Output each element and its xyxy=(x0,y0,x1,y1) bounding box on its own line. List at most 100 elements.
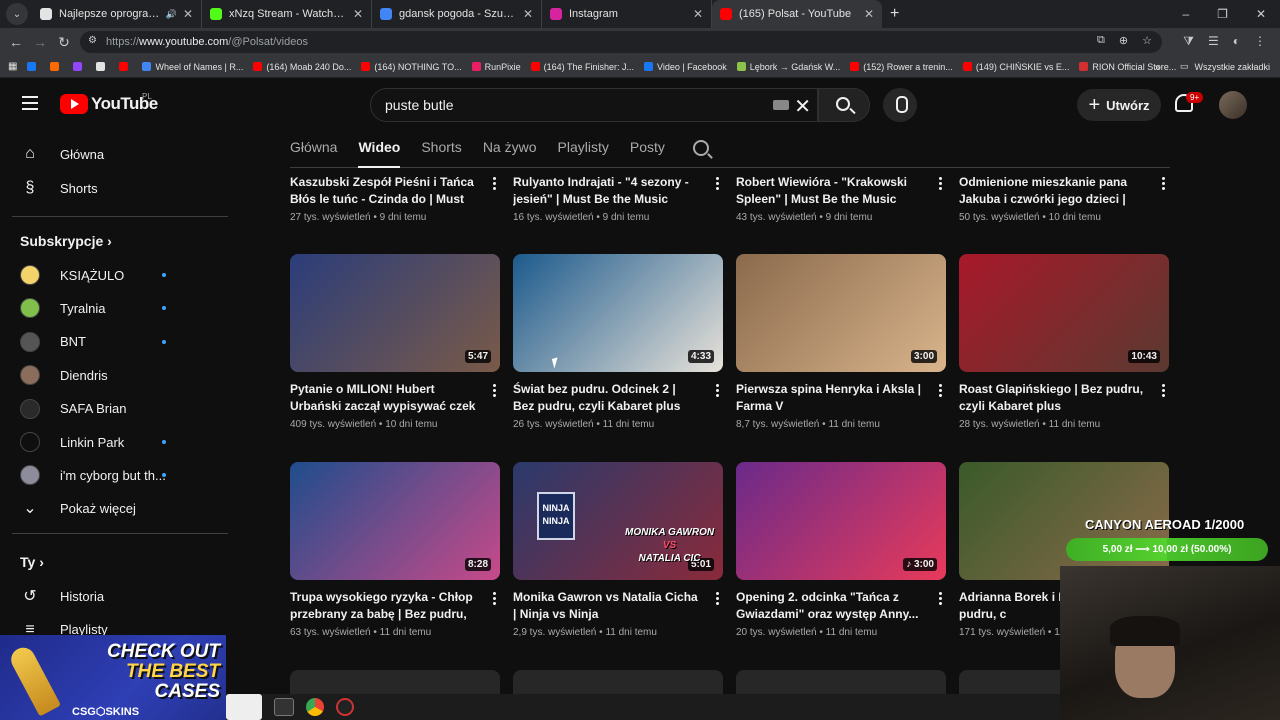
video-title[interactable]: Odmienione mieszkanie pana Jakuba i czwó… xyxy=(959,174,1145,208)
bookmark-item[interactable] xyxy=(50,62,63,72)
video-thumbnail[interactable]: 8:28 xyxy=(290,462,500,580)
keyboard-icon[interactable] xyxy=(773,100,789,110)
video-title[interactable]: Kaszubski Zespół Pieśni i Tańca Błós le … xyxy=(290,174,476,208)
sidebar-item[interactable]: SAFA Brian xyxy=(12,392,228,426)
close-tab-icon[interactable]: ✕ xyxy=(523,7,533,21)
audio-icon[interactable]: 🔊 xyxy=(166,9,177,20)
sidebar-item[interactable]: ⌂ Główna xyxy=(12,137,228,171)
bookmark-item[interactable]: Lębork → Gdańsk W... xyxy=(736,62,840,72)
sidebar-item[interactable]: KSIĄŻULO xyxy=(12,258,228,292)
video-title[interactable]: Świat bez pudru. Odcinek 2 | Bez pudru, … xyxy=(513,381,699,415)
bookmark-item[interactable]: RunPixie xyxy=(471,62,521,72)
extensions-icon[interactable]: ⧩ xyxy=(1183,34,1194,49)
bookmark-item[interactable] xyxy=(27,62,40,72)
you-heading[interactable]: Ty › xyxy=(20,554,44,570)
video-thumbnail[interactable]: ♪ 3:00 xyxy=(736,462,946,580)
back-icon[interactable]: ← xyxy=(4,34,28,50)
site-info-icon[interactable]: ⚙ xyxy=(88,35,97,46)
video-card[interactable]: Odmienione mieszkanie pana Jakuba i czwó… xyxy=(959,174,1169,223)
address-bar[interactable]: ⚙ https://www.youtube.com/@Polsat/videos… xyxy=(80,31,1162,53)
video-card[interactable]: 5:47 Pytanie o MILION! Hubert Urbański za… xyxy=(290,254,500,430)
tab-posty[interactable]: Posty xyxy=(630,139,665,155)
video-menu-icon[interactable] xyxy=(493,592,496,595)
subscriptions-heading[interactable]: Subskrypcje › xyxy=(20,233,112,249)
bookmark-item[interactable]: Video | Facebook xyxy=(643,62,727,72)
video-card[interactable]: 8:28 Trupa wysokiego ryzyka - Chłop przeb… xyxy=(290,462,500,638)
video-title[interactable]: Pytanie o MILION! Hubert Urbański zaczął… xyxy=(290,381,476,415)
channel-search-icon[interactable] xyxy=(692,140,709,156)
search-input[interactable]: puste butle ✕ xyxy=(370,88,818,122)
minimize-icon[interactable]: – xyxy=(1182,7,1189,21)
search-button[interactable] xyxy=(818,88,870,122)
bookmark-item[interactable]: (164) The Finisher: J... xyxy=(530,62,634,72)
bookmark-item[interactable]: Wheel of Names | R... xyxy=(142,62,243,72)
account-avatar[interactable] xyxy=(1219,91,1247,119)
video-title[interactable]: Opening 2. odcinka "Tańca z Gwiazdami" o… xyxy=(736,589,922,623)
video-menu-icon[interactable] xyxy=(939,384,942,387)
video-thumbnail[interactable]: 3:00 xyxy=(736,254,946,372)
tab-na-żywo[interactable]: Na żywo xyxy=(483,139,537,155)
video-card[interactable]: 4:33 Świat bez pudru. Odcinek 2 | Bez pud… xyxy=(513,254,723,430)
bookmark-item[interactable]: (149) CHIŃSKIE vs E... xyxy=(962,62,1069,72)
bookmark-item[interactable]: (164) Moab 240 Do... xyxy=(253,62,351,72)
close-tab-icon[interactable]: ✕ xyxy=(183,7,193,21)
browser-tab[interactable]: Najlepsze oprogramowanie 🔊 ✕ xyxy=(32,0,202,28)
video-title[interactable]: Trupa wysokiego ryzyka - Chłop przebrany… xyxy=(290,589,476,623)
sidebar-item[interactable]: Tyralnia xyxy=(12,291,228,325)
tab-search-icon[interactable]: ⌄ xyxy=(6,3,28,25)
video-thumbnail[interactable]: 5:01 NINJA NINJA MONIKA GAWRON VS NATALIA CIC xyxy=(513,462,723,580)
reading-list-icon[interactable]: ☰ xyxy=(1208,34,1219,49)
terminal-icon[interactable] xyxy=(274,698,294,716)
youtube-logo[interactable]: YouTube PL xyxy=(60,92,158,114)
voice-search-button[interactable] xyxy=(883,88,917,122)
video-menu-icon[interactable] xyxy=(1162,384,1165,387)
video-title[interactable]: Rulyanto Indrajati - "4 sezony - jesień"… xyxy=(513,174,699,208)
sidebar-item[interactable]: BNT xyxy=(12,325,228,359)
sidebar-item[interactable]: ↺ Historia xyxy=(12,579,228,613)
video-menu-icon[interactable] xyxy=(1162,177,1165,180)
chrome-menu-icon[interactable]: ⋮ xyxy=(1254,34,1266,49)
browser-tab[interactable]: gdansk pogoda - Szukaj w Goo ✕ xyxy=(372,0,542,28)
all-bookmarks-link[interactable]: Wszystkie zakładki xyxy=(1194,62,1270,72)
video-thumbnail[interactable]: 5:47 xyxy=(290,254,500,372)
create-button[interactable]: + Utwórz xyxy=(1077,89,1161,121)
bookmark-item[interactable] xyxy=(96,62,109,72)
video-menu-icon[interactable] xyxy=(939,177,942,180)
video-card[interactable]: 3:00 Pierwsza spina Henryka i Aksla | Far… xyxy=(736,254,946,430)
video-card[interactable]: Kaszubski Zespół Pieśni i Tańca Błós le … xyxy=(290,174,500,223)
close-tab-icon[interactable]: ✕ xyxy=(693,7,703,21)
video-card[interactable]: 5:01 NINJA NINJA MONIKA GAWRON VS NATALIA CIC… xyxy=(513,462,723,638)
new-tab-button[interactable]: + xyxy=(890,5,899,23)
maximize-icon[interactable]: ❐ xyxy=(1217,7,1228,21)
forward-icon[interactable]: → xyxy=(28,34,52,50)
zoom-icon[interactable]: ⊕ xyxy=(1119,34,1128,47)
sidebar-item[interactable]: ⌄ Pokaż więcej xyxy=(12,491,228,525)
video-card[interactable]: Rulyanto Indrajati - "4 sezony - jesień"… xyxy=(513,174,723,223)
sidebar-item[interactable]: § Shorts xyxy=(12,171,228,205)
video-card[interactable]: 10:43 Roast Glapińskiego | Bez pudru, czy… xyxy=(959,254,1169,430)
close-tab-icon[interactable]: ✕ xyxy=(864,7,874,21)
close-window-icon[interactable]: ✕ xyxy=(1256,7,1266,21)
close-tab-icon[interactable]: ✕ xyxy=(353,7,363,21)
video-menu-icon[interactable] xyxy=(716,384,719,387)
browser-tab[interactable]: (165) Polsat - YouTube ✕ xyxy=(712,0,882,28)
csgoskins-ad-banner[interactable]: CHECK OUT THE BEST CASES CSG⬡SKINS xyxy=(0,635,226,720)
clear-search-icon[interactable]: ✕ xyxy=(794,94,811,119)
video-card[interactable]: Robert Wiewióra - "Krakowski Spleen" | M… xyxy=(736,174,946,223)
browser-tab[interactable]: Instagram ✕ xyxy=(542,0,712,28)
video-card[interactable]: ♪ 3:00 Opening 2. odcinka "Tańca z Gwiazd… xyxy=(736,462,946,638)
video-thumbnail[interactable]: 4:33 xyxy=(513,254,723,372)
sidebar-item[interactable]: Linkin Park xyxy=(12,425,228,459)
tab-wideo[interactable]: Wideo xyxy=(358,139,401,168)
video-title[interactable]: Roast Glapińskiego | Bez pudru, czyli Ka… xyxy=(959,381,1145,415)
chrome-icon[interactable] xyxy=(306,698,324,716)
tab-shorts[interactable]: Shorts xyxy=(421,139,461,155)
tab-główna[interactable]: Główna xyxy=(290,139,337,155)
video-title[interactable]: Monika Gawron vs Natalia Cicha | Ninja v… xyxy=(513,589,699,623)
video-menu-icon[interactable] xyxy=(493,384,496,387)
profile-icon[interactable]: ◐ xyxy=(1233,34,1240,49)
sidebar-item[interactable]: Diendris xyxy=(12,358,228,392)
bookmark-item[interactable] xyxy=(73,62,86,72)
bookmark-item[interactable]: (152) Rower a trenin... xyxy=(850,62,953,72)
video-title[interactable]: Pierwsza spina Henryka i Aksla | Farma V xyxy=(736,381,922,415)
